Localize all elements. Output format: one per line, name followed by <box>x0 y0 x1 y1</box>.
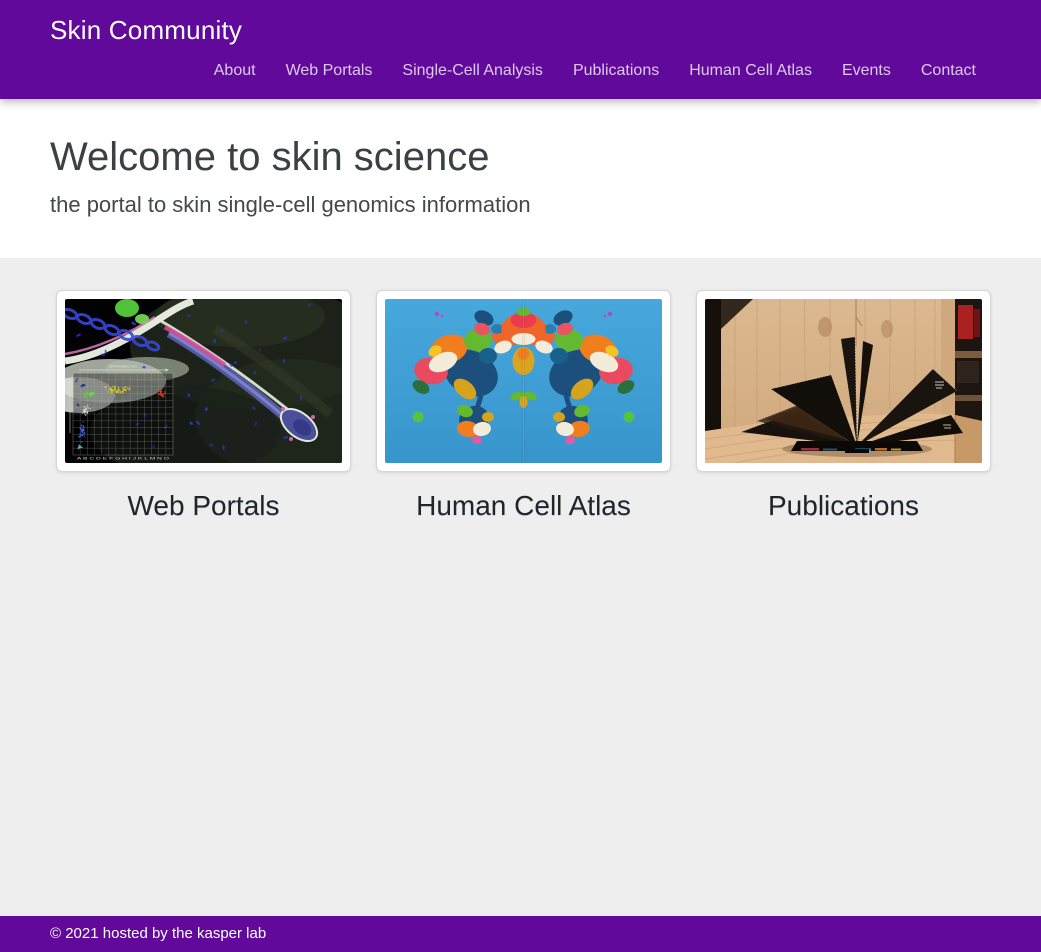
nav-item-about[interactable]: About <box>199 60 271 82</box>
publications-card-title: Publications <box>696 490 991 522</box>
web-portals-card-title: Web Portals <box>56 490 351 522</box>
nav-item-contact[interactable]: Contact <box>906 60 991 82</box>
hero-subtitle: the portal to skin single-cell genomics … <box>50 191 991 219</box>
human-cell-atlas-card-title: Human Cell Atlas <box>376 490 671 522</box>
copyright-text: © 2021 hosted by the kasper lab <box>50 925 266 942</box>
brand-title[interactable]: Skin Community <box>50 15 242 46</box>
main-nav: About Web Portals Single-Cell Analysis P… <box>199 60 991 82</box>
nav-item-web-portals[interactable]: Web Portals <box>271 60 388 82</box>
web-portals-card: Differentiation axis A B C D E F G H I J… <box>56 290 351 522</box>
nav-item-single-cell-analysis[interactable]: Single-Cell Analysis <box>387 60 558 82</box>
content-area: Differentiation axis A B C D E F G H I J… <box>0 258 1041 916</box>
paint-blot-image <box>385 299 662 463</box>
hero-title: Welcome to skin science <box>50 133 991 181</box>
open-book-image <box>705 299 982 463</box>
footer: © 2021 hosted by the kasper lab <box>0 916 1041 952</box>
hero-section: Welcome to skin science the portal to sk… <box>0 99 1041 258</box>
header: Skin Community About Web Portals Single-… <box>0 0 1041 99</box>
nav-item-publications[interactable]: Publications <box>558 60 674 82</box>
page: Skin Community About Web Portals Single-… <box>0 0 1041 952</box>
human-cell-atlas-card-link[interactable] <box>376 290 671 472</box>
publications-card-link[interactable] <box>696 290 991 472</box>
nav-item-human-cell-atlas[interactable]: Human Cell Atlas <box>674 60 827 82</box>
inset-x-axis-letters: A B C D E F G H I J K L M N O <box>77 457 169 461</box>
nav-item-events[interactable]: Events <box>827 60 906 82</box>
inset-axis-label: Differentiation axis <box>109 365 137 369</box>
cards-row: Differentiation axis A B C D E F G H I J… <box>56 290 1041 522</box>
publications-card: Publications <box>696 290 991 522</box>
human-cell-atlas-card: Human Cell Atlas <box>376 290 671 522</box>
web-portals-card-link[interactable]: Differentiation axis A B C D E F G H I J… <box>56 290 351 472</box>
skin-microscopy-image: Differentiation axis A B C D E F G H I J… <box>65 299 342 463</box>
